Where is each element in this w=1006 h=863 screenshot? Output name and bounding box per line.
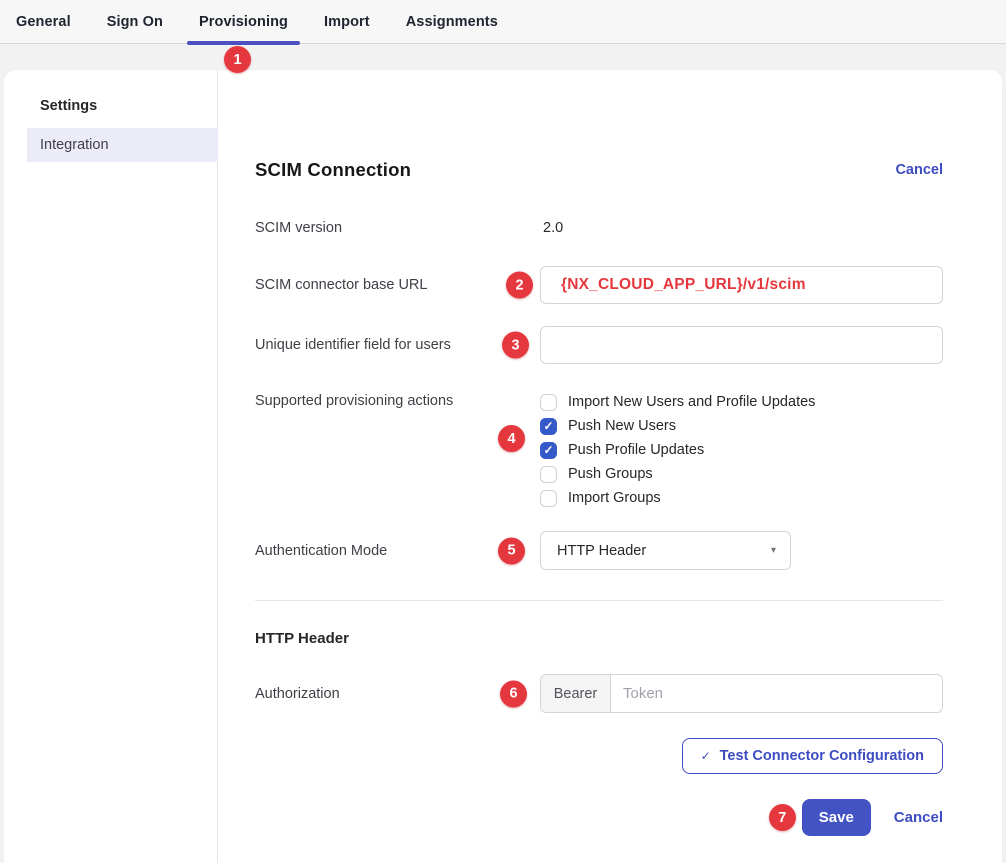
checkmark-icon: ✓	[701, 749, 711, 763]
scim-connection-form: SCIM Connection Cancel SCIM version 2.0 …	[218, 70, 1002, 863]
checkbox-push-groups[interactable]: Push Groups	[540, 462, 943, 486]
cancel-link-bottom[interactable]: Cancel	[894, 809, 943, 826]
tab-sign-on[interactable]: Sign On	[107, 0, 163, 44]
checkbox-icon[interactable]	[540, 418, 557, 435]
checkbox-icon[interactable]	[540, 490, 557, 507]
provisioning-actions-label: Supported provisioning actions	[255, 393, 540, 409]
auth-mode-selected-value: HTTP Header	[557, 543, 646, 559]
annotation-badge-7: 7	[769, 804, 796, 831]
http-header-section-heading: HTTP Header	[255, 627, 943, 651]
test-connector-button[interactable]: ✓ Test Connector Configuration	[682, 738, 943, 774]
authorization-label: Authorization	[255, 686, 540, 702]
cancel-link-top[interactable]: Cancel	[895, 156, 943, 184]
section-divider	[255, 600, 943, 601]
checkbox-icon[interactable]	[540, 442, 557, 459]
auth-mode-row: Authentication Mode HTTP Header ▾ 5	[255, 531, 943, 570]
annotation-badge-3: 3	[502, 332, 529, 359]
tab-general[interactable]: General	[16, 0, 71, 44]
token-input[interactable]	[611, 675, 942, 712]
auth-mode-select[interactable]: HTTP Header ▾	[540, 531, 791, 570]
checkbox-label: Push Groups	[568, 466, 653, 482]
unique-id-row: Unique identifier field for users 3	[255, 326, 943, 364]
chevron-down-icon: ▾	[771, 545, 776, 556]
checkbox-label: Import New Users and Profile Updates	[568, 394, 815, 410]
sidebar-item-integration[interactable]: Integration	[27, 128, 218, 162]
tab-assignments[interactable]: Assignments	[406, 0, 498, 44]
checkbox-label: Push Profile Updates	[568, 442, 704, 458]
base-url-input[interactable]	[540, 266, 943, 304]
authorization-row: Authorization Bearer 6	[255, 674, 943, 713]
scim-version-value: 2.0	[540, 220, 943, 236]
checkbox-icon[interactable]	[540, 394, 557, 411]
test-connector-label: Test Connector Configuration	[720, 748, 924, 764]
checkbox-push-new-users[interactable]: Push New Users	[540, 414, 943, 438]
base-url-label: SCIM connector base URL	[255, 277, 540, 293]
sidebar-heading: Settings	[40, 98, 217, 114]
save-button[interactable]: Save	[802, 799, 871, 836]
annotation-badge-6: 6	[500, 680, 527, 707]
checkbox-import-new-users[interactable]: Import New Users and Profile Updates	[540, 390, 943, 414]
annotation-badge-5: 5	[498, 537, 525, 564]
unique-id-label: Unique identifier field for users	[255, 337, 540, 353]
provisioning-panel: Settings Integration SCIM Connection Can…	[4, 70, 1002, 863]
scim-version-row: SCIM version 2.0	[255, 218, 943, 238]
tab-import[interactable]: Import	[324, 0, 370, 44]
checkbox-label: Import Groups	[568, 490, 661, 506]
page-title: SCIM Connection	[255, 156, 411, 184]
checkbox-icon[interactable]	[540, 466, 557, 483]
provisioning-actions-row: Supported provisioning actions Import Ne…	[255, 390, 943, 510]
annotation-badge-2: 2	[506, 272, 533, 299]
checkbox-push-profile-updates[interactable]: Push Profile Updates	[540, 438, 943, 462]
tab-provisioning[interactable]: Provisioning	[199, 0, 288, 44]
checkbox-import-groups[interactable]: Import Groups	[540, 486, 943, 510]
annotation-badge-4: 4	[498, 425, 525, 452]
scim-version-label: SCIM version	[255, 220, 540, 236]
authorization-input-group: Bearer	[540, 674, 943, 713]
provisioning-actions-list: Import New Users and Profile Updates Pus…	[540, 390, 943, 510]
annotation-badge-1: 1	[224, 46, 251, 73]
base-url-row: SCIM connector base URL 2	[255, 266, 943, 304]
bearer-prefix: Bearer	[541, 675, 611, 712]
app-tab-bar: General Sign On Provisioning Import Assi…	[0, 0, 1006, 44]
settings-sidebar: Settings Integration	[4, 70, 218, 863]
checkbox-label: Push New Users	[568, 418, 676, 434]
unique-id-input[interactable]	[540, 326, 943, 364]
